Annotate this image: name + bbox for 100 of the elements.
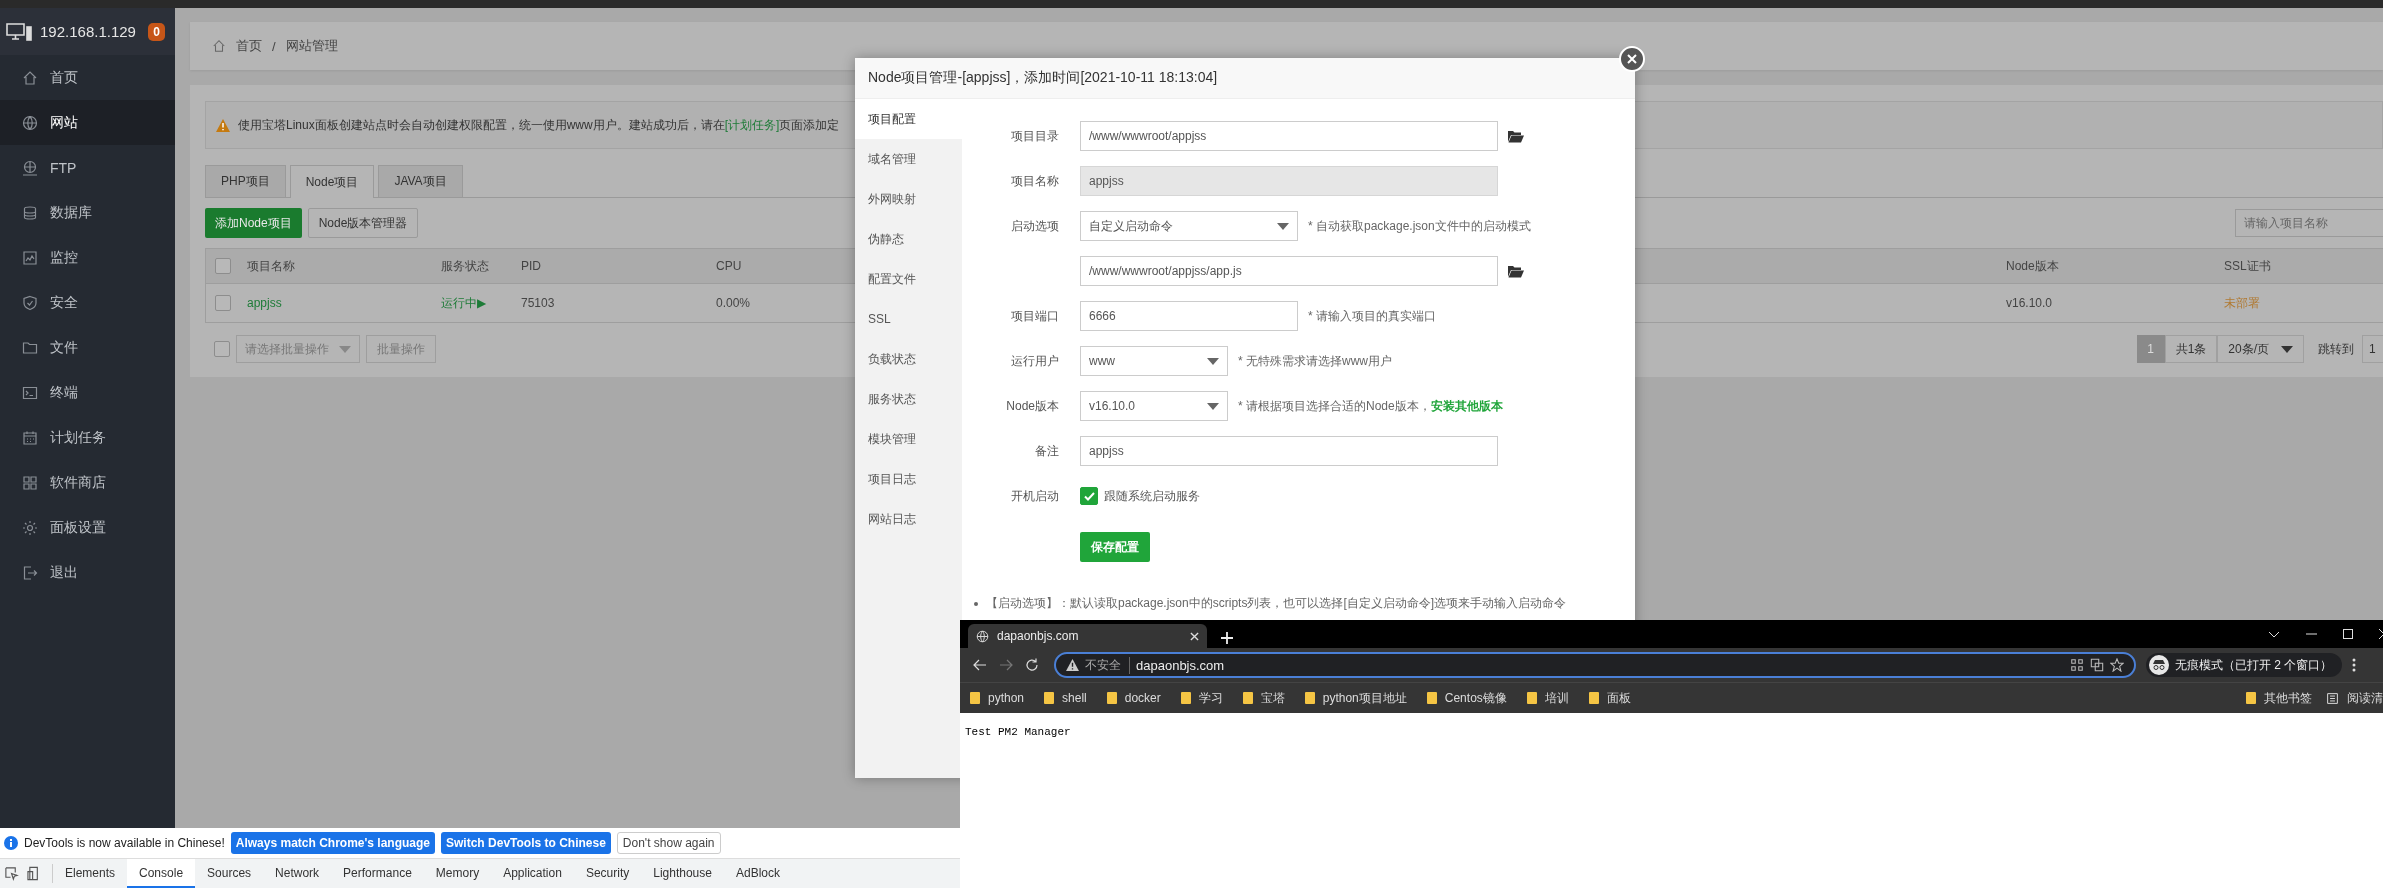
checkbox[interactable] xyxy=(215,258,231,274)
calendar-icon xyxy=(22,429,38,446)
nav-item[interactable]: 域名管理 xyxy=(855,139,962,179)
field-label: 项目端口 xyxy=(1010,307,1059,325)
checkbox[interactable] xyxy=(215,295,231,311)
sidebar-item[interactable]: 首页 xyxy=(0,55,175,100)
star-icon xyxy=(2110,658,2124,672)
dropdown[interactable]: 自定义启动命令 xyxy=(1080,211,1298,241)
dropdown[interactable]: v16.10.0 xyxy=(1080,391,1228,421)
settings-icon xyxy=(22,519,38,536)
dropdown[interactable]: www xyxy=(1080,346,1228,376)
nav-item[interactable]: SSL xyxy=(855,299,962,339)
notice-button[interactable]: Don't show again xyxy=(616,832,721,854)
checkbox-label: 跟随系统启动服务 xyxy=(1104,487,1200,505)
bookmark[interactable]: docker xyxy=(1106,691,1161,705)
text-field[interactable]: appjss xyxy=(1080,436,1498,466)
sidebar-item[interactable]: FTP xyxy=(0,145,175,190)
devtools-tab[interactable]: Lighthouse xyxy=(641,859,724,888)
text-field[interactable]: /www/wwwroot/appjss xyxy=(1080,121,1498,151)
bookmark[interactable]: 培训 xyxy=(1526,689,1569,707)
devtools-tab[interactable]: Console xyxy=(127,859,196,888)
database-icon xyxy=(22,204,38,221)
sidebar-item[interactable]: 监控 xyxy=(0,235,175,280)
bookmark[interactable]: Centos镜像 xyxy=(1426,689,1507,707)
checkbox[interactable] xyxy=(1080,487,1098,505)
notice-button[interactable]: Always match Chrome's language xyxy=(230,832,436,854)
version-manager-button[interactable]: Node版本管理器 xyxy=(307,208,419,238)
browser-tab[interactable]: dapaonbjs.com xyxy=(968,624,1207,648)
devtools-tab[interactable]: Memory xyxy=(423,859,492,888)
field-label: Node版本 xyxy=(1005,397,1059,415)
sidebar-item[interactable]: 文件 xyxy=(0,325,175,370)
sidebar-item[interactable]: 软件商店 xyxy=(0,460,175,505)
project-tab[interactable]: Node项目 xyxy=(289,165,375,198)
qr-code-icon xyxy=(2070,658,2084,672)
field-hint: * 请输入项目的真实端口 xyxy=(1308,307,1436,325)
sidebar-item[interactable]: 计划任务 xyxy=(0,415,175,460)
folder-icon[interactable] xyxy=(1508,264,1524,278)
reading-list-button[interactable]: 阅读清 xyxy=(2326,689,2383,707)
sidebar-item[interactable]: 退出 xyxy=(0,550,175,595)
maximize-icon[interactable] xyxy=(2343,629,2353,639)
breadcrumb-current: 网站管理 xyxy=(285,37,338,55)
project-tab[interactable]: JAVA项目 xyxy=(378,165,463,197)
sidebar-item[interactable]: 数据库 xyxy=(0,190,175,235)
bookmark[interactable]: 其他书签 xyxy=(2246,689,2312,707)
nav-item[interactable]: 配置文件 xyxy=(855,259,962,299)
bookmark[interactable]: 学习 xyxy=(1180,689,1223,707)
notification-badge[interactable]: 0 xyxy=(148,22,165,41)
page-size-dropdown[interactable]: 20条/页 xyxy=(2217,335,2304,363)
nav-item[interactable]: 模块管理 xyxy=(855,419,962,459)
sidebar-item[interactable]: 面板设置 xyxy=(0,505,175,550)
bookmark[interactable]: 宝塔 xyxy=(1242,689,1285,707)
nav-item[interactable]: 服务状态 xyxy=(855,379,962,419)
chevron-icon[interactable] xyxy=(2268,630,2280,638)
table-cell: 75103 xyxy=(521,296,555,310)
text-field[interactable]: 6666 xyxy=(1080,301,1298,331)
sidebar-item[interactable]: 终端 xyxy=(0,370,175,415)
terminal-icon xyxy=(22,384,38,401)
devtools-tab[interactable]: Security xyxy=(573,859,642,888)
table-cell: v16.10.0 xyxy=(2006,296,2053,310)
devtools-tab[interactable]: Performance xyxy=(331,859,424,888)
add-project-button[interactable]: 添加Node项目 xyxy=(205,208,302,238)
notice-button[interactable]: Switch DevTools to Chinese xyxy=(441,832,611,854)
nav-item[interactable]: 外网映射 xyxy=(855,179,962,219)
address-bar[interactable]: 不安全 dapaonbjs.com xyxy=(1054,652,2136,678)
devtools-tab[interactable]: Application xyxy=(491,859,574,888)
search-field[interactable]: 请输入项目名称 xyxy=(2235,209,2383,237)
checkbox[interactable] xyxy=(214,341,230,357)
project-tab[interactable]: PHP项目 xyxy=(205,165,286,197)
devtools-tab[interactable]: Network xyxy=(263,859,332,888)
column-header: PID xyxy=(521,259,541,273)
close-icon[interactable] xyxy=(1190,631,1199,641)
bookmark[interactable]: python项目地址 xyxy=(1304,689,1407,707)
sidebar-item[interactable]: 网站 xyxy=(0,100,175,145)
folder-icon[interactable] xyxy=(1508,129,1524,143)
breadcrumb-link[interactable]: 首页 xyxy=(236,37,262,55)
forward-icon xyxy=(998,657,1014,673)
nav-item[interactable]: 伪静态 xyxy=(855,219,962,259)
new-tab-icon[interactable] xyxy=(1221,632,1233,644)
nav-item[interactable]: 项目日志 xyxy=(855,459,962,499)
column-header: SSL证书 xyxy=(2224,257,2271,275)
sidebar-item[interactable]: 安全 xyxy=(0,280,175,325)
page-input[interactable]: 1 xyxy=(2362,335,2383,363)
translate-icon xyxy=(2090,658,2104,672)
devtools-tab[interactable]: Sources xyxy=(195,859,264,888)
nav-item[interactable]: 负载状态 xyxy=(855,339,962,379)
incognito-indicator[interactable]: 无痕模式（已打开 2 个窗口） xyxy=(2146,653,2343,677)
list-icon xyxy=(2326,691,2339,705)
home-icon xyxy=(212,39,226,53)
nav-item[interactable]: 项目配置 xyxy=(855,99,962,139)
devtools-tab[interactable]: Elements xyxy=(53,859,128,888)
back-icon xyxy=(972,657,988,673)
bookmark[interactable]: shell xyxy=(1044,691,1087,705)
reload-icon xyxy=(1024,657,1040,673)
text-field[interactable]: /www/wwwroot/appjss/app.js xyxy=(1080,256,1498,286)
info-icon xyxy=(4,836,18,850)
devtools-tab[interactable]: AdBlock xyxy=(723,859,792,888)
more-icon[interactable] xyxy=(2352,658,2357,672)
nav-item[interactable]: 网站日志 xyxy=(855,499,962,539)
bookmark[interactable]: python xyxy=(970,691,1025,705)
bookmark[interactable]: 面板 xyxy=(1588,689,1631,707)
